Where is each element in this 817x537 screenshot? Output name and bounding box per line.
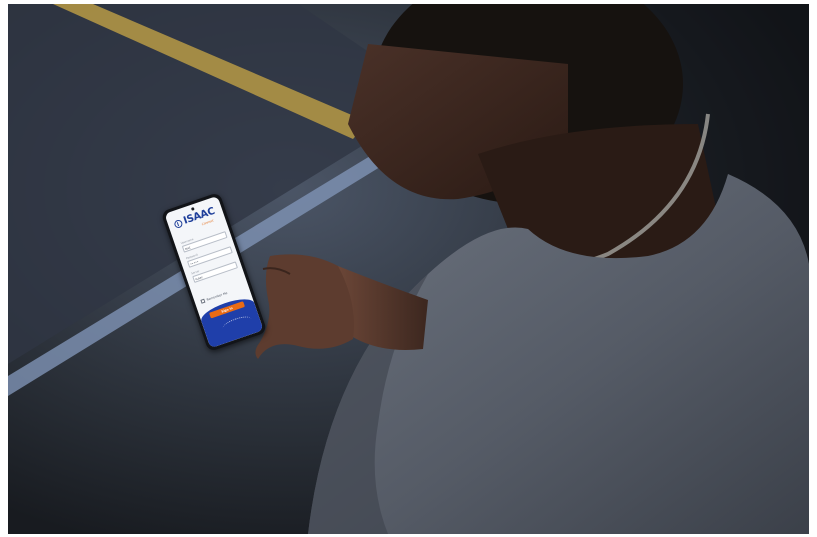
photo: ISAAC Connect Username test Password •••… — [8, 4, 809, 534]
scene-background — [8, 4, 809, 534]
isaac-logo-icon — [173, 218, 184, 230]
front-camera — [190, 207, 195, 212]
remember-me[interactable]: Remember Me — [200, 291, 228, 304]
remember-me-checkbox[interactable] — [200, 298, 206, 304]
app-logo-text: ISAAC — [182, 205, 217, 227]
remember-me-label: Remember Me — [206, 290, 229, 302]
